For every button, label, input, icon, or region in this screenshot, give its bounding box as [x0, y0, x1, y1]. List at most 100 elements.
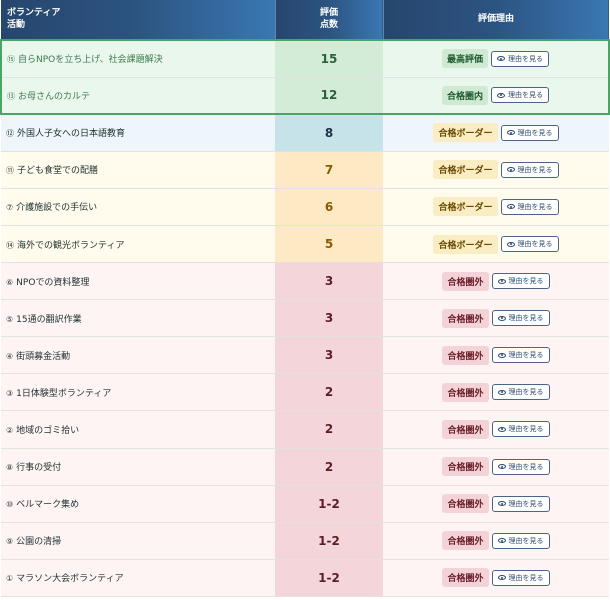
- status-badge: 合格圏外: [442, 568, 489, 588]
- reason-cell: 合格圏外 理由を見る: [383, 522, 609, 560]
- activity-cell: ⑨ 公園の清掃: [1, 522, 275, 560]
- reason-cell: 合格圏外 理由を見る: [383, 448, 609, 486]
- view-reason-label: 理由を見る: [508, 277, 544, 286]
- status-badge: 合格ボーダー: [433, 123, 498, 143]
- activity-cell: ① マラソン大会ボランティア: [1, 559, 275, 597]
- activity-name: マラソン大会ボランティア: [16, 574, 124, 585]
- activity-cell: ⑬ お母さんのカルテ: [0, 77, 275, 116]
- view-reason-button[interactable]: 理由を見る: [491, 495, 550, 512]
- activity-number: ⑤: [6, 314, 14, 324]
- table-header-row: ボランティア 活動 評価 点数 評価理由: [1, 0, 610, 40]
- view-reason-button[interactable]: 理由を見る: [500, 198, 559, 215]
- activity-cell: ⑤ 15通の翻訳作業: [1, 299, 275, 338]
- eye-icon: [497, 389, 506, 395]
- table-row: ⑩ ベルマーク集め 1-2 合格圏外 理由を見る: [1, 485, 609, 523]
- activity-number: ⑫: [6, 129, 14, 139]
- activity-cell: ⑥ NPOでの資料整理: [1, 262, 275, 301]
- activity-name: ベルマーク集め: [16, 500, 80, 511]
- view-reason-button[interactable]: 理由を見る: [491, 569, 550, 586]
- status-badge: 合格圏外: [442, 308, 489, 328]
- activity-name: 行事の受付: [16, 463, 62, 474]
- activity-name: 地域のゴミ拾い: [16, 425, 80, 436]
- score-cell: 15: [275, 38, 383, 78]
- status-badge: 合格圏外: [442, 271, 489, 291]
- activity-number: ⑮: [7, 55, 15, 65]
- header-reason: 評価理由: [383, 0, 610, 40]
- activity-number: ③: [6, 388, 14, 398]
- activity-name: 公園の清掃: [16, 537, 62, 548]
- eye-icon: [497, 538, 506, 544]
- score-cell: 2: [275, 410, 383, 449]
- table-row: ④ 街頭募金活動 3 合格圏外 理由を見る: [1, 336, 609, 375]
- view-reason-button[interactable]: 理由を見る: [491, 421, 550, 438]
- activity-number: ⑧: [6, 463, 14, 473]
- view-reason-label: 理由を見る: [508, 314, 544, 323]
- view-reason-label: 理由を見る: [517, 240, 553, 249]
- reason-cell: 合格圏外 理由を見る: [383, 485, 609, 523]
- reason-cell: 合格圏外 理由を見る: [383, 410, 609, 449]
- activity-cell: ⑪ 子ども食堂での配膳: [1, 151, 275, 189]
- activity-name: 海外での観光ボランティア: [17, 240, 125, 251]
- eye-icon: [497, 501, 506, 507]
- table-body: ⑮ 自らNPOを立ち上げ、社会課題解決 15 最高評価 理由を見る ⑬ お母さんのカル…: [0, 38, 610, 597]
- view-reason-button[interactable]: 理由を見る: [491, 458, 550, 475]
- reason-cell: 合格圏外 理由を見る: [383, 336, 609, 375]
- view-reason-button[interactable]: 理由を見る: [491, 532, 550, 549]
- view-reason-button[interactable]: 理由を見る: [491, 310, 550, 327]
- view-reason-button[interactable]: 理由を見る: [491, 347, 550, 364]
- view-reason-label: 理由を見る: [508, 536, 544, 545]
- activity-number: ⑬: [7, 91, 15, 101]
- activity-number: ⑪: [6, 166, 14, 176]
- eye-icon: [497, 464, 506, 470]
- view-reason-label: 理由を見る: [508, 462, 544, 471]
- activity-cell: ② 地域のゴミ拾い: [1, 410, 275, 449]
- volunteer-ranking-table: ボランティア 活動 評価 点数 評価理由 ⑮ 自らNPOを立ち上げ、社会課題解決 …: [0, 0, 610, 597]
- header-activity: ボランティア 活動: [1, 0, 276, 40]
- view-reason-label: 理由を見る: [508, 351, 544, 360]
- view-reason-label: 理由を見る: [508, 425, 544, 434]
- eye-icon: [497, 278, 506, 284]
- activity-number: ⑥: [6, 277, 14, 287]
- score-cell: 2: [275, 448, 383, 486]
- score-cell: 1-2: [275, 485, 383, 523]
- score-cell: 3: [275, 299, 383, 338]
- activity-name: 1日体験型ボランティア: [16, 388, 112, 399]
- view-reason-button[interactable]: 理由を見る: [500, 124, 559, 141]
- table-row: ② 地域のゴミ拾い 2 合格圏外 理由を見る: [1, 410, 609, 449]
- header-activity-line2: 活動: [7, 19, 26, 30]
- view-reason-button[interactable]: 理由を見る: [491, 384, 550, 401]
- status-badge: 合格圏外: [442, 457, 489, 477]
- table-row: ⑨ 公園の清掃 1-2 合格圏外 理由を見る: [1, 522, 609, 560]
- table-row: ⑥ NPOでの資料整理 3 合格圏外 理由を見る: [1, 262, 609, 301]
- score-cell: 8: [275, 114, 383, 152]
- status-badge: 合格ボーダー: [433, 197, 498, 217]
- activity-cell: ⑦ 介護施設での手伝い: [1, 188, 275, 226]
- reason-cell: 合格圏外 理由を見る: [383, 373, 609, 412]
- score-cell: 6: [275, 188, 383, 226]
- table-row: ⑮ 自らNPOを立ち上げ、社会課題解決 15 最高評価 理由を見る: [0, 38, 610, 78]
- eye-icon: [506, 241, 515, 247]
- table-row: ① マラソン大会ボランティア 1-2 合格圏外 理由を見る: [1, 559, 609, 597]
- eye-icon: [497, 352, 506, 358]
- activity-name: NPOでの資料整理: [16, 277, 90, 288]
- view-reason-button[interactable]: 理由を見る: [491, 87, 549, 104]
- view-reason-button[interactable]: 理由を見る: [500, 236, 559, 253]
- view-reason-button[interactable]: 理由を見る: [500, 161, 559, 178]
- table-row: ⑧ 行事の受付 2 合格圏外 理由を見る: [1, 448, 609, 486]
- view-reason-label: 理由を見る: [517, 165, 553, 174]
- eye-icon: [506, 130, 515, 136]
- reason-cell: 合格圏外 理由を見る: [383, 299, 609, 338]
- header-score-line2: 点数: [319, 19, 338, 30]
- activity-name: 子ども食堂での配膳: [17, 166, 99, 177]
- view-reason-label: 理由を見る: [508, 499, 544, 508]
- reason-cell: 合格ボーダー 理由を見る: [383, 114, 609, 152]
- score-cell: 3: [275, 336, 383, 375]
- score-cell: 2: [275, 373, 383, 412]
- view-reason-button[interactable]: 理由を見る: [491, 273, 550, 290]
- activity-cell: ⑭ 海外での観光ボランティア: [1, 225, 275, 264]
- eye-icon: [497, 56, 505, 62]
- score-cell: 5: [275, 225, 383, 264]
- status-badge: 合格圏外: [442, 419, 489, 439]
- table-row: ⑫ 外国人子女への日本語教育 8 合格ボーダー 理由を見る: [1, 114, 609, 152]
- view-reason-button[interactable]: 理由を見る: [491, 50, 549, 67]
